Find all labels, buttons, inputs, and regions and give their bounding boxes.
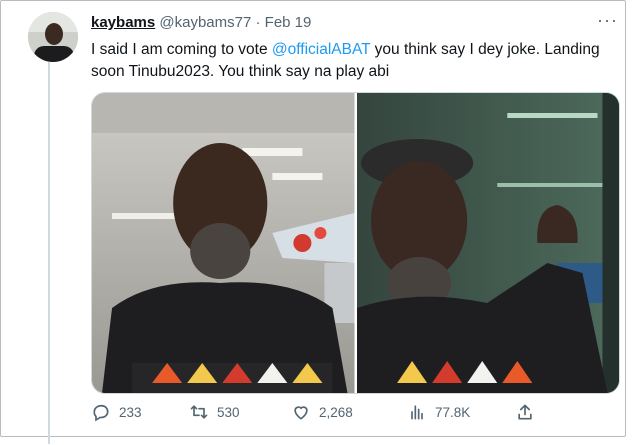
tweet-text-part: I said I am coming to vote xyxy=(91,41,272,58)
like-count: 2,268 xyxy=(319,404,353,420)
retweet-count: 530 xyxy=(217,404,240,420)
reply-button[interactable]: 233 xyxy=(91,402,142,422)
like-button[interactable]: 2,268 xyxy=(291,402,353,422)
share-icon xyxy=(515,402,535,422)
separator-dot: · xyxy=(255,14,261,31)
views-count: 77.8K xyxy=(435,404,471,420)
more-options-icon[interactable]: ··· xyxy=(597,10,618,31)
reply-count: 233 xyxy=(119,404,142,420)
user-handle[interactable]: @kaybams77 xyxy=(159,14,251,31)
retweet-button[interactable]: 530 xyxy=(189,402,240,422)
reply-icon xyxy=(91,402,111,422)
thread-line xyxy=(48,62,50,444)
tweet-header: kaybams @kaybams77 · Feb 19 xyxy=(91,14,311,31)
tweet-date[interactable]: Feb 19 xyxy=(265,14,312,31)
tweet-media xyxy=(91,92,620,394)
views-icon xyxy=(407,402,427,422)
retweet-icon xyxy=(189,402,209,422)
views-button[interactable]: 77.8K xyxy=(407,402,470,422)
tweet-text: I said I am coming to vote @officialABAT… xyxy=(91,39,616,83)
avatar[interactable] xyxy=(28,12,78,62)
photo-left[interactable] xyxy=(92,93,355,393)
display-name[interactable]: kaybams xyxy=(91,14,155,31)
mention-link[interactable]: @officialABAT xyxy=(272,41,370,58)
like-icon xyxy=(291,402,311,422)
photo-right[interactable] xyxy=(356,93,619,393)
tweet-actions: 233 530 2,268 77.8K xyxy=(91,402,621,426)
share-button[interactable] xyxy=(515,402,535,422)
